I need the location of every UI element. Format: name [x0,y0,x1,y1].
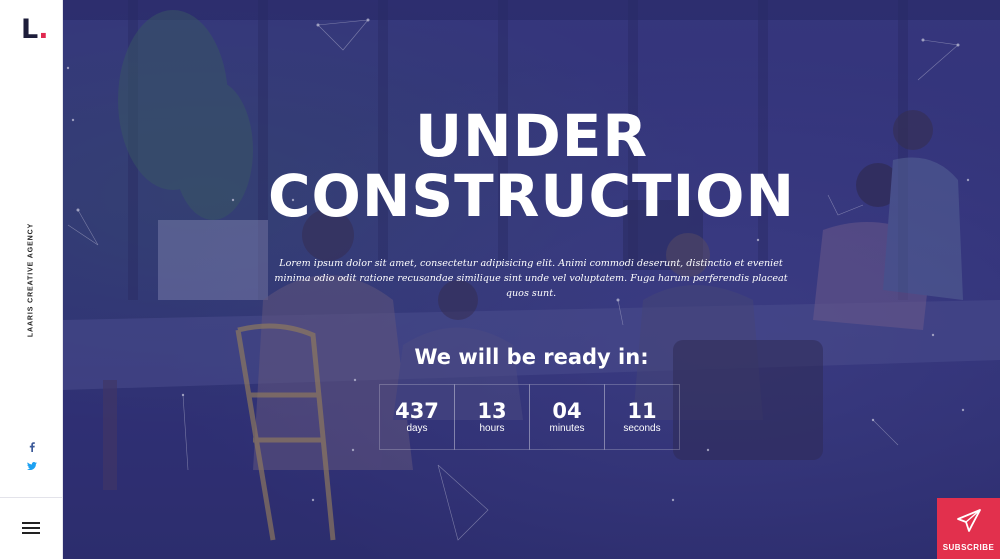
countdown-label: seconds [623,423,661,434]
logo[interactable]: L. [21,16,48,43]
countdown-minutes: 04 minutes [529,384,605,450]
twitter-link[interactable] [0,457,63,475]
countdown-label: days [406,423,428,434]
twitter-icon [26,462,37,470]
title-line-2: CONSTRUCTION [267,162,796,230]
facebook-icon [29,442,35,452]
description: Lorem ipsum dolor sit amet, consectetur … [274,258,788,299]
countdown-days: 437 days [379,384,455,450]
countdown-label: hours [479,423,505,434]
subscribe-label: SUBSCRIBE [942,543,995,552]
countdown-seconds: 11 seconds [604,384,680,450]
facebook-link[interactable] [0,439,63,457]
logo-letter: L [21,14,39,45]
countdown-value: 437 [395,399,439,423]
agency-name: LAARIS CREATIVE AGENCY [27,222,35,338]
countdown: 437 days 13 hours 04 minutes 11 seconds [379,384,680,450]
hero-section: UNDER CONSTRUCTION Lorem ipsum dolor sit… [63,0,1000,559]
paper-plane-icon [957,509,981,532]
subscribe-button[interactable]: SUBSCRIBE [937,498,1000,559]
sidebar: L. LAARIS CREATIVE AGENCY [0,0,63,559]
menu-button[interactable] [22,522,40,536]
hamburger-icon [22,522,40,534]
sidebar-divider [0,497,63,498]
ready-heading: We will be ready in: [414,345,649,369]
logo-dot: . [38,14,49,45]
countdown-value: 11 [627,399,657,423]
title-line-1: UNDER [414,102,649,170]
countdown-value: 13 [477,399,507,423]
countdown-value: 04 [552,399,582,423]
countdown-label: minutes [549,423,585,434]
countdown-hours: 13 hours [454,384,530,450]
